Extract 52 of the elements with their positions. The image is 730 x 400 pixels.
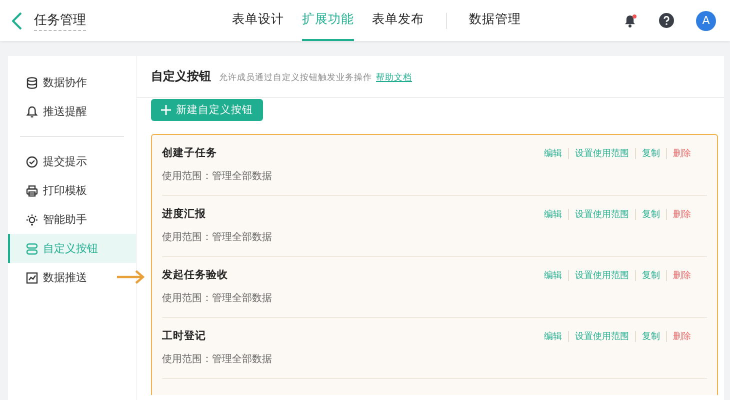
panel-description: 允许成员通过自定义按钮触发业务操作 xyxy=(219,72,372,84)
button-name: 创建子任务 xyxy=(162,146,217,160)
sidebar-item[interactable]: 推送提醒 xyxy=(8,97,124,126)
database-icon xyxy=(26,76,38,88)
button-name: 发起任务验收 xyxy=(162,268,228,282)
action-link[interactable]: 删除 xyxy=(673,330,691,342)
scope-text: 使用范围：管理全部数据 xyxy=(162,170,273,183)
sidebar-item[interactable]: 数据协作 xyxy=(8,68,124,97)
nav-tab[interactable]: 表单设计 xyxy=(232,0,284,41)
nav-tab[interactable]: 数据管理 xyxy=(469,0,521,41)
check-circle-icon xyxy=(26,156,38,168)
sidebar-item[interactable]: 数据推送 xyxy=(8,263,136,292)
help-link[interactable]: 帮助文档 xyxy=(376,72,412,84)
bell-icon xyxy=(26,106,38,118)
avatar[interactable]: A xyxy=(696,10,716,30)
action-link[interactable]: 删除 xyxy=(673,268,691,282)
action-link[interactable]: 编辑 xyxy=(544,146,562,160)
action-link[interactable]: 复制 xyxy=(642,208,660,220)
sidebar-item[interactable]: 打印模板 xyxy=(8,176,136,205)
sidebar-item[interactable]: 智能助手 xyxy=(8,205,136,234)
printer-icon xyxy=(26,184,38,196)
action-link[interactable]: 复制 xyxy=(642,330,660,342)
bulb-icon xyxy=(26,214,38,226)
chart-icon xyxy=(26,272,38,284)
button-name: 工时登记 xyxy=(162,329,206,343)
back-icon[interactable] xyxy=(12,12,22,30)
action-link[interactable]: 删除 xyxy=(673,208,691,220)
action-link[interactable]: 编辑 xyxy=(544,208,562,220)
nav-tab[interactable]: 表单发布 xyxy=(372,0,424,41)
scope-text: 使用范围：管理全部数据 xyxy=(162,352,273,366)
action-link[interactable]: 设置使用范围 xyxy=(575,208,629,220)
app-title: 任务管理 xyxy=(34,10,86,30)
notification-icon[interactable] xyxy=(623,14,637,28)
action-link[interactable]: 编辑 xyxy=(544,330,562,342)
button-stack-icon xyxy=(26,242,38,254)
scope-text: 使用范围：管理全部数据 xyxy=(162,292,273,305)
action-link[interactable]: 复制 xyxy=(642,268,660,282)
plus-icon xyxy=(161,105,171,115)
scope-text: 使用范围：管理全部数据 xyxy=(162,230,273,244)
action-link[interactable]: 复制 xyxy=(642,146,660,160)
button-name: 进度汇报 xyxy=(162,207,206,221)
action-link[interactable]: 设置使用范围 xyxy=(575,146,629,160)
sidebar-item[interactable]: 自定义按钮 xyxy=(8,234,136,263)
action-link[interactable]: 设置使用范围 xyxy=(575,268,629,282)
action-link[interactable]: 设置使用范围 xyxy=(575,330,629,342)
action-link[interactable]: 编辑 xyxy=(544,268,562,282)
help-icon[interactable] xyxy=(659,13,674,28)
sidebar-item[interactable]: 提交提示 xyxy=(8,147,136,176)
new-button[interactable]: 新建自定义按钮 xyxy=(151,99,263,121)
panel-title: 自定义按钮 xyxy=(151,68,211,85)
nav-tab[interactable]: 扩展功能 xyxy=(302,0,354,41)
action-link[interactable]: 删除 xyxy=(673,146,691,160)
